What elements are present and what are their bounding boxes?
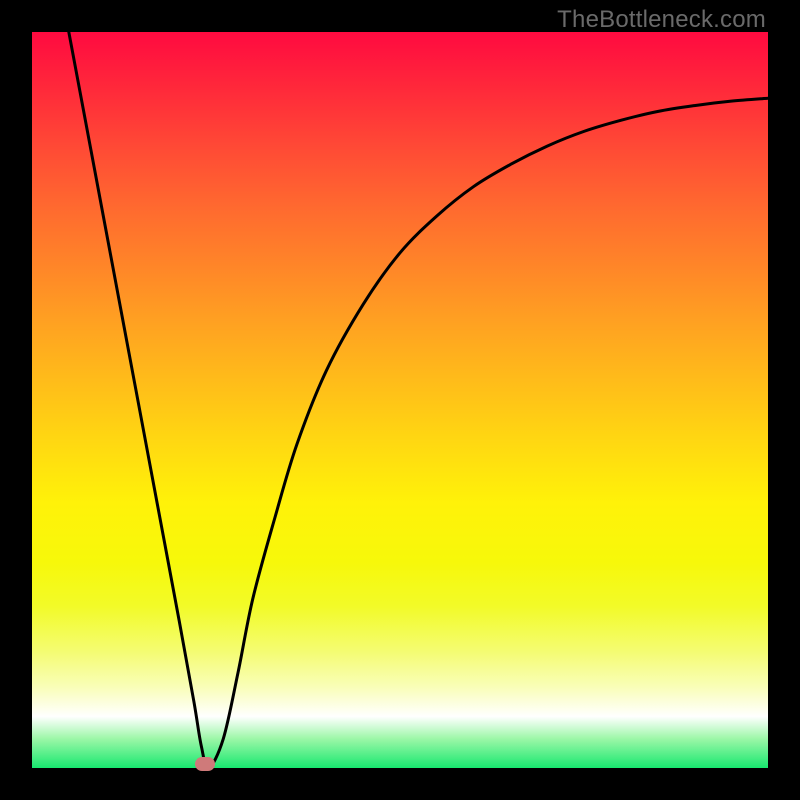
watermark-text: TheBottleneck.com	[557, 6, 766, 34]
chart-frame: TheBottleneck.com	[0, 0, 800, 800]
plot-area	[32, 32, 768, 768]
bottleneck-curve	[32, 32, 768, 768]
minimum-marker	[195, 757, 215, 771]
